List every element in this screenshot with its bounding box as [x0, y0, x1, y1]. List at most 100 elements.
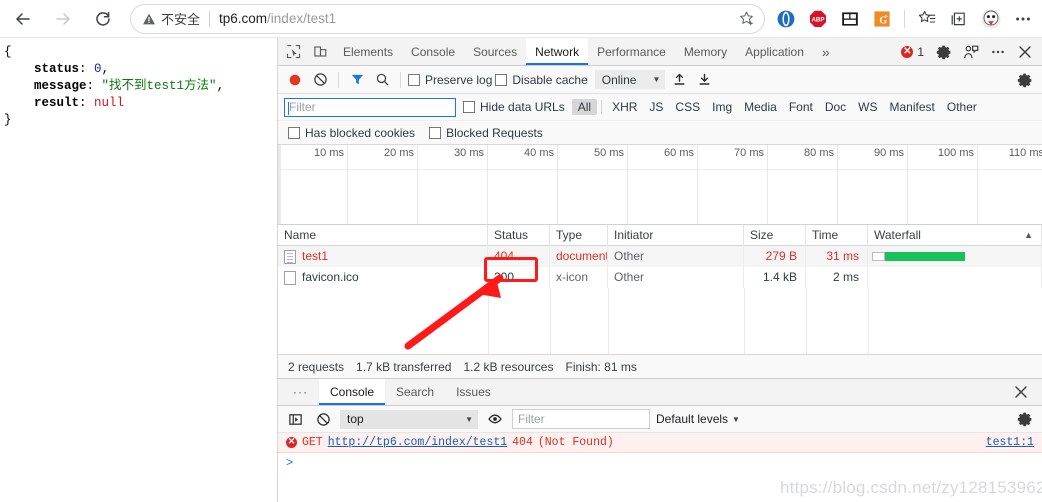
devtools-panel: Elements Console Sources Network Perform…: [278, 38, 1042, 502]
cell-name[interactable]: test1: [278, 246, 488, 267]
network-settings-gear-icon[interactable]: [1014, 69, 1036, 91]
toolbar-divider: [400, 71, 401, 88]
security-warning[interactable]: 不安全: [130, 9, 200, 28]
filter-input[interactable]: Filter: [284, 97, 456, 117]
preserve-log-checkbox[interactable]: Preserve log: [408, 73, 492, 87]
profile-avatar-icon[interactable]: [976, 4, 1006, 34]
device-toolbar-icon[interactable]: [307, 38, 334, 65]
column-header-size[interactable]: Size: [744, 224, 806, 246]
blocked-requests-checkbox[interactable]: Blocked Requests: [429, 126, 543, 140]
tab-sources[interactable]: Sources: [464, 38, 526, 65]
overview-tick-30ms: 30 ms: [454, 147, 484, 159]
throttling-select[interactable]: Online ▼: [594, 70, 666, 89]
column-header-name[interactable]: Name: [278, 224, 488, 246]
gear-icon[interactable]: [930, 44, 957, 60]
address-bar[interactable]: 不安全 tp6.com/index/test1: [130, 3, 765, 34]
console-input-prompt[interactable]: >: [278, 453, 1042, 473]
filter-type-other[interactable]: Other: [941, 99, 983, 115]
column-header-initiator[interactable]: Initiator: [608, 224, 744, 246]
filter-type-xhr[interactable]: XHR: [606, 99, 643, 115]
column-header-type[interactable]: Type: [550, 224, 608, 246]
summary-finish: Finish: 81 ms: [565, 359, 637, 374]
screenshot-icon[interactable]: [835, 4, 865, 34]
waterfall-label: Waterfall: [874, 227, 921, 242]
tabs-overflow-button[interactable]: »: [813, 38, 839, 65]
bookmark-star-icon[interactable]: [738, 10, 755, 27]
hide-data-urls-checkbox[interactable]: Hide data URLs: [463, 100, 565, 114]
summary-resources: 1.2 kB resources: [463, 359, 554, 374]
tab-elements[interactable]: Elements: [334, 38, 402, 65]
feedback-icon[interactable]: [957, 44, 984, 60]
network-overview-timeline[interactable]: 10 ms 20 ms 30 ms 40 ms 50 ms 60 ms 70 m…: [278, 145, 1042, 225]
drawer-tab-issues[interactable]: Issues: [445, 379, 502, 405]
svg-text:ABP: ABP: [811, 16, 824, 23]
drawer-more-button[interactable]: ···: [282, 379, 319, 405]
checkbox-box: [288, 126, 300, 139]
console-filter-input[interactable]: Filter: [512, 409, 650, 429]
filter-type-doc[interactable]: Doc: [819, 99, 852, 115]
column-header-status[interactable]: Status: [488, 224, 550, 246]
more-options-icon: ···: [293, 385, 308, 399]
overview-tick-70ms: 70 ms: [734, 147, 764, 159]
filter-type-manifest[interactable]: Manifest: [884, 99, 941, 115]
collections-favorites-icon[interactable]: [912, 4, 942, 34]
column-header-time[interactable]: Time: [806, 224, 868, 246]
close-icon[interactable]: [1011, 44, 1038, 60]
filter-type-ws[interactable]: WS: [852, 99, 883, 115]
has-blocked-cookies-checkbox[interactable]: Has blocked cookies: [288, 126, 415, 140]
console-error-message[interactable]: ✕ GET http://tp6.com/index/test1 404 (No…: [278, 433, 1042, 453]
console-msg-source-link[interactable]: test1:1: [986, 436, 1034, 449]
drawer-close-icon[interactable]: [1007, 384, 1034, 400]
filter-type-js[interactable]: JS: [643, 99, 669, 115]
toolbar-divider: [338, 71, 339, 88]
back-arrow-icon[interactable]: [6, 2, 40, 36]
chevron-down-icon: ▼: [732, 414, 740, 424]
column-header-waterfall[interactable]: Waterfall ▲: [868, 224, 1042, 246]
tab-network[interactable]: Network: [526, 38, 589, 65]
filter-type-css[interactable]: CSS: [669, 99, 706, 115]
console-levels-select[interactable]: Default levels ▼: [656, 412, 740, 426]
table-row[interactable]: test1 404 document Other 279 B 31 ms: [278, 246, 1042, 267]
json-value-status: 0: [94, 62, 102, 76]
cell-name[interactable]: favicon.ico: [278, 267, 488, 288]
import-har-icon[interactable]: [668, 69, 690, 91]
more-options-icon[interactable]: [984, 44, 1011, 60]
inspect-element-icon[interactable]: [280, 38, 307, 65]
console-settings-gear-icon[interactable]: [1014, 408, 1036, 430]
collections-icon[interactable]: [944, 4, 974, 34]
reload-icon[interactable]: [86, 2, 120, 36]
grammarly-icon[interactable]: G: [867, 4, 897, 34]
filter-funnel-icon[interactable]: [346, 69, 368, 91]
console-msg-url[interactable]: http://tp6.com/index/test1: [328, 436, 507, 449]
more-menu-icon[interactable]: [1008, 4, 1038, 34]
drawer-tab-search[interactable]: Search: [385, 379, 445, 405]
table-row[interactable]: favicon.ico 200 x-icon Other 1.4 kB 2 ms: [278, 267, 1042, 288]
console-sidebar-icon[interactable]: [284, 408, 306, 430]
tab-memory[interactable]: Memory: [675, 38, 736, 65]
tab-console[interactable]: Console: [402, 38, 464, 65]
checkbox-box: [408, 73, 420, 86]
adblock-plus-icon[interactable]: ABP: [803, 4, 833, 34]
filter-type-all[interactable]: All: [571, 99, 598, 115]
search-icon[interactable]: [371, 69, 393, 91]
json-line-close: }: [4, 113, 12, 127]
error-count-badge[interactable]: ✕ 1: [895, 45, 930, 59]
clear-icon[interactable]: [309, 69, 331, 91]
opera-icon[interactable]: [771, 4, 801, 34]
tab-application[interactable]: Application: [736, 38, 813, 65]
filter-type-font[interactable]: Font: [783, 99, 819, 115]
filter-type-media[interactable]: Media: [738, 99, 783, 115]
live-expression-icon[interactable]: [484, 408, 506, 430]
filter-type-img[interactable]: Img: [706, 99, 738, 115]
export-har-icon[interactable]: [693, 69, 715, 91]
disable-cache-checkbox[interactable]: Disable cache: [495, 73, 588, 87]
clear-console-icon[interactable]: [312, 408, 334, 430]
overview-tick-110ms: 110 ms: [1008, 147, 1042, 159]
console-context-select[interactable]: top ▼: [340, 409, 478, 429]
preserve-log-label: Preserve log: [425, 72, 493, 87]
drawer-tab-console[interactable]: Console: [319, 379, 386, 405]
record-icon[interactable]: [284, 69, 306, 91]
tab-performance[interactable]: Performance: [588, 38, 675, 65]
checkbox-box: [429, 126, 442, 139]
security-label: 不安全: [161, 12, 201, 27]
